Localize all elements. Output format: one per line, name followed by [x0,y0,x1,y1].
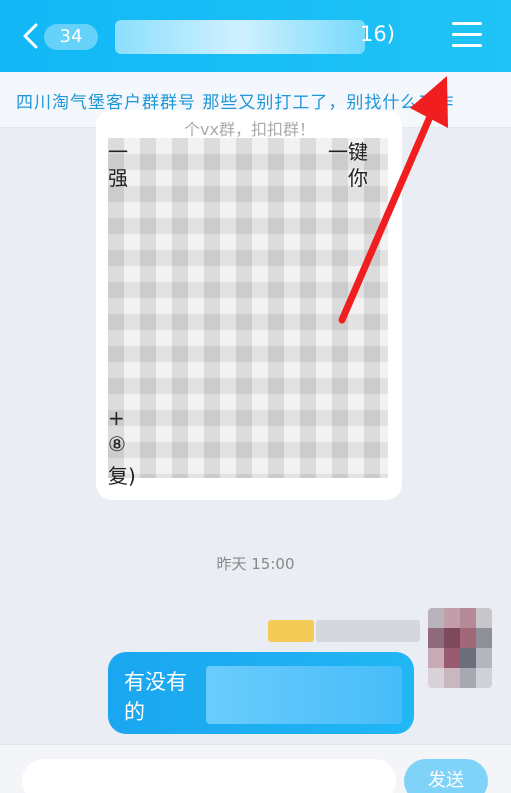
message-bubble-outgoing[interactable]: 有没有 的 [108,652,414,734]
message-fragment: 一 [108,140,128,164]
avatar-pixel [460,648,476,668]
chat-header: 34 16) [0,0,511,72]
avatar-pixel [460,628,476,648]
avatar-pixel [444,608,460,628]
message-fragment: + [108,406,125,430]
input-bar: 发送 [0,744,511,793]
message-fragment: 一键 [328,140,368,164]
avatar-pixel [428,648,444,668]
menu-button[interactable] [452,22,482,48]
chat-title-member-count: 16) [360,22,395,46]
avatar-pixel [460,668,476,688]
message-fragment: ⑧ [108,432,126,456]
outgoing-message-text: 的 [124,700,145,724]
outgoing-message-blurred [206,666,402,724]
message-timestamp: 昨天 15:00 [216,555,295,573]
unread-count: 34 [59,26,83,47]
message-fragment: 复) [108,464,136,488]
avatar-pixel [444,648,460,668]
avatar-pixel [476,648,492,668]
avatar-pixel [444,628,460,648]
send-button[interactable]: 发送 [404,759,488,793]
menu-icon-line [452,33,482,36]
avatar-pixel [444,668,460,688]
blurred-message-content [108,138,388,478]
sender-name-blurred [316,620,420,642]
message-fragment: 强 [108,166,128,190]
avatar-pixel [428,608,444,628]
avatar[interactable] [428,608,492,688]
menu-icon-line [452,44,482,47]
menu-icon-line [452,22,482,25]
avatar-pixel [428,668,444,688]
chevron-left-icon [23,23,38,49]
back-button[interactable]: 34 [22,16,102,56]
message-input[interactable] [22,759,396,793]
avatar-pixel [476,608,492,628]
message-partial-text: 个vx群，扣扣群！ [184,120,315,139]
avatar-pixel [428,628,444,648]
chat-title-blurred [115,20,365,54]
avatar-pixel [460,608,476,628]
avatar-pixel [476,628,492,648]
member-level-badge [268,620,314,642]
avatar-pixel [476,668,492,688]
message-fragment: 你 [348,166,368,190]
message-bubble-incoming[interactable]: 个vx群，扣扣群！ 一 一键 强 你 + ⑧ 复) [96,110,402,500]
outgoing-message-text: 有没有 [124,670,187,694]
